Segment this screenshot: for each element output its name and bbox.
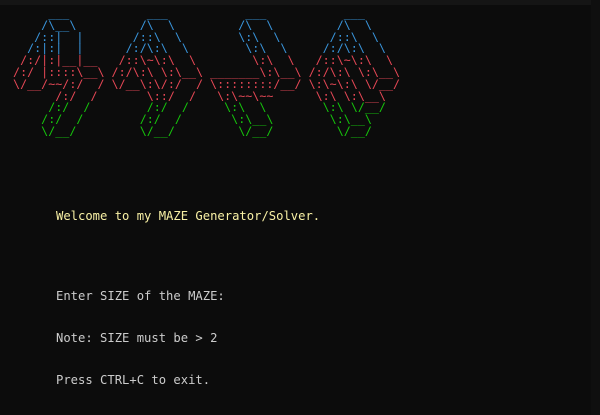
console-window[interactable]: { "colors": { "background": "#0c0c0c", "… (0, 0, 600, 415)
size-prompt: Enter SIZE of the MAZE: (56, 289, 225, 303)
console-output: Welcome to my MAZE Generator/Solver. Ent… (56, 181, 320, 401)
size-note: Note: SIZE must be > 2 (56, 331, 218, 345)
welcome-message: Welcome to my MAZE Generator/Solver. (56, 209, 321, 223)
title-bar-shade (0, 0, 600, 5)
exit-hint: Press CTRL+C to exit. (56, 373, 211, 387)
banner-line: \/__/ \/__/ \/__/ \/__/ (6, 123, 401, 138)
maze-ascii-banner: ___ ___ ___ ___ /\__\ /\ \ /\ \ /\ \ /::… (6, 7, 401, 138)
scrollbar[interactable] (591, 0, 600, 415)
